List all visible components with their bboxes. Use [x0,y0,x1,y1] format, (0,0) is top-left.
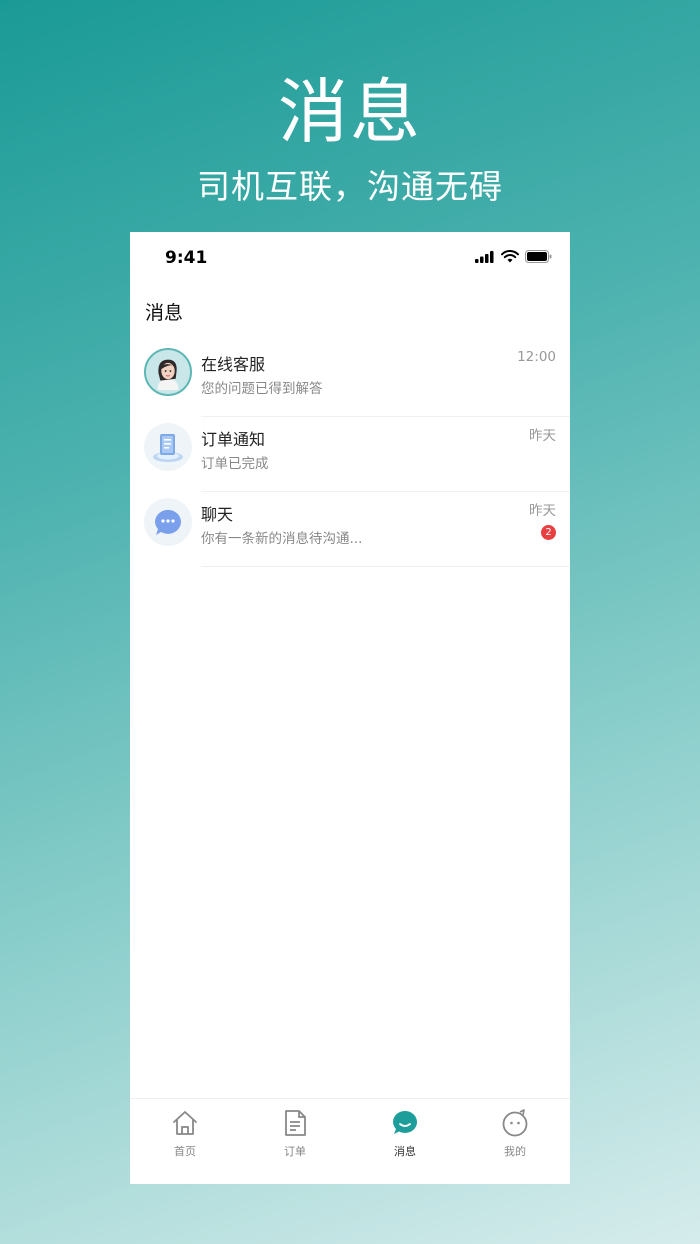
order-icon [279,1107,311,1139]
unread-badge: 2 [541,525,556,540]
divider [201,566,570,567]
profile-icon [499,1107,531,1139]
tab-orders[interactable]: 订单 [240,1099,350,1184]
page-title: 消息 [145,302,184,324]
message-item-order-notice[interactable]: 订单通知 订单已完成 昨天 [130,417,570,492]
agent-avatar [144,348,192,396]
message-name: 在线客服 [201,355,266,374]
tab-messages[interactable]: 消息 [350,1099,460,1184]
tab-label: 我的 [504,1145,526,1158]
tab-home[interactable]: 首页 [130,1099,240,1184]
message-list: 在线客服 您的问题已得到解答 12:00 订单通知 订单已完成 昨天 聊天 你有… [130,342,570,567]
tab-label: 首页 [174,1145,196,1158]
signal-icon [475,250,494,263]
message-name: 订单通知 [201,430,266,449]
home-icon [169,1107,201,1139]
message-time: 12:00 [517,349,556,365]
message-icon [389,1107,421,1139]
chat-bubble-icon [144,498,192,546]
hero-subtitle: 司机互联，沟通无碍 [197,167,503,206]
tab-label: 消息 [394,1145,416,1158]
status-icons [475,250,552,263]
hero-title: 消息 [278,71,422,153]
status-time: 9:41 [165,248,208,268]
battery-icon [525,250,552,263]
message-item-support[interactable]: 在线客服 您的问题已得到解答 12:00 [130,342,570,417]
message-time: 昨天 [529,428,556,444]
order-notice-icon [144,423,192,471]
phone-screen: 9:41 消息 在线客服 您的问题已得到解答 12:00 订单通知 订单已完成 … [130,232,570,1184]
message-preview: 您的问题已得到解答 [201,381,323,397]
tab-profile[interactable]: 我的 [460,1099,570,1184]
message-item-chat[interactable]: 聊天 你有一条新的消息待沟通... 昨天 2 [130,492,570,567]
tab-label: 订单 [284,1145,306,1158]
message-time: 昨天 [529,503,556,519]
status-bar: 9:41 [130,232,570,284]
wifi-icon [501,250,519,263]
message-preview: 订单已完成 [201,456,269,472]
message-name: 聊天 [201,505,234,524]
tab-bar: 首页 订单 消息 我的 [130,1098,570,1184]
message-preview: 你有一条新的消息待沟通... [201,531,363,547]
